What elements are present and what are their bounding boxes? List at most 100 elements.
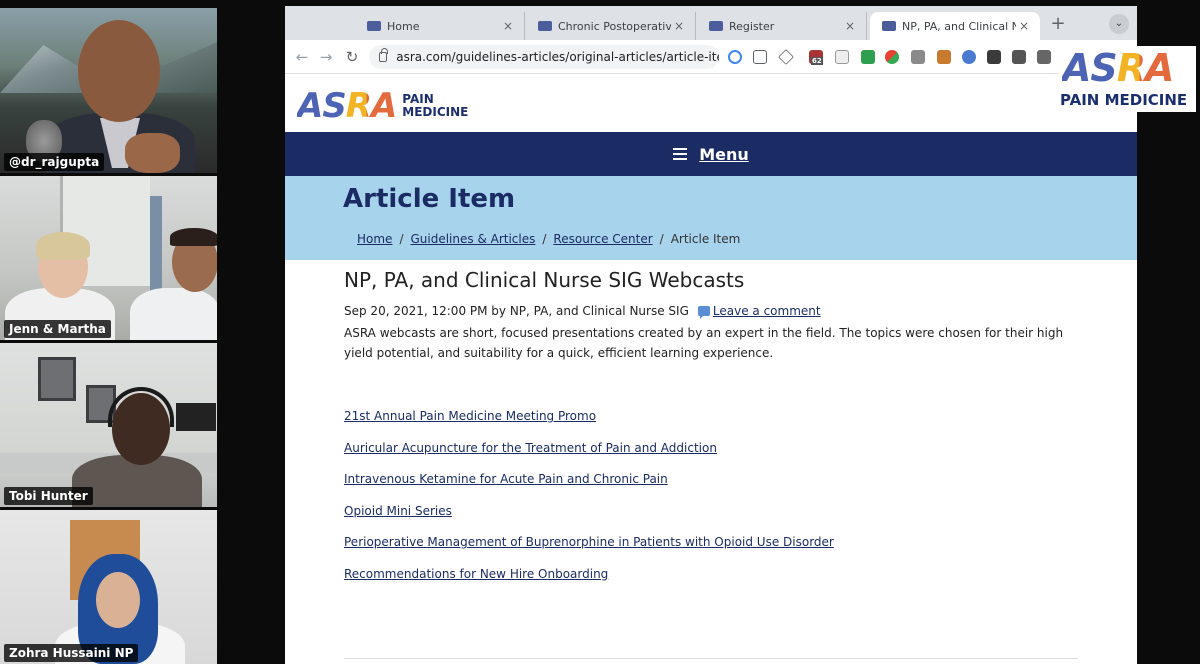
close-icon[interactable]: × xyxy=(671,19,687,33)
site-header: ASRA PAIN MEDICINE xyxy=(285,75,1137,132)
reader-icon[interactable] xyxy=(835,50,849,64)
webcast-link[interactable]: Intravenous Ketamine for Acute Pain and … xyxy=(344,472,668,486)
tab-register[interactable]: Register × xyxy=(697,12,867,40)
tab-np-pa-clinical-nurse[interactable]: NP, PA, and Clinical Nurse × xyxy=(870,12,1040,40)
close-icon[interactable]: × xyxy=(1016,19,1032,33)
screen: @dr_rajgupta Jenn & Martha Tobi Hunter Z… xyxy=(0,0,1200,664)
webcast-link[interactable]: 21st Annual Pain Medicine Meeting Promo xyxy=(344,409,596,423)
t-extension-icon[interactable] xyxy=(911,50,925,64)
breadcrumb-guidelines-link[interactable]: Guidelines & Articles xyxy=(410,232,535,246)
tab-chronic-postoperative[interactable]: Chronic Postoperative Pai × xyxy=(526,12,696,40)
asra-favicon-icon xyxy=(367,21,381,31)
content-divider xyxy=(344,658,1078,659)
comment-icon xyxy=(697,306,710,319)
puzzle-extension-icon[interactable] xyxy=(885,50,899,64)
list-item: Opioid Mini Series xyxy=(344,504,1104,536)
list-item: Intravenous Ketamine for Acute Pain and … xyxy=(344,472,1104,504)
video-tile-raj[interactable]: @dr_rajgupta xyxy=(0,8,217,173)
video-feed xyxy=(0,176,217,340)
asra-watermark-logo: ASRA PAIN MEDICINE xyxy=(1058,46,1196,112)
hamburger-icon xyxy=(673,148,688,160)
participant-name: Jenn & Martha xyxy=(4,320,111,338)
page-hero: Article Item Home / Guidelines & Article… xyxy=(285,176,1137,260)
webcast-link-list: 21st Annual Pain Medicine Meeting Promo … xyxy=(344,409,1104,599)
tab-strip: Home × Chronic Postoperative Pai × Regis… xyxy=(285,6,1137,40)
browser-window: Home × Chronic Postoperative Pai × Regis… xyxy=(285,6,1137,664)
flag-extension-icon[interactable] xyxy=(861,50,875,64)
asra-favicon-icon xyxy=(709,21,723,31)
leave-comment-link[interactable]: Leave a comment xyxy=(713,304,821,318)
breadcrumb-separator: / xyxy=(659,232,664,246)
browser-toolbar: ← → ↻ asra.com/guidelines-articles/origi… xyxy=(285,40,1137,74)
new-tab-button[interactable]: + xyxy=(1047,14,1069,36)
share-icon[interactable] xyxy=(753,50,767,64)
box-extension-icon[interactable] xyxy=(937,50,951,64)
close-icon[interactable]: × xyxy=(842,19,858,33)
hair-2 xyxy=(170,228,217,246)
bookmark-star-icon[interactable] xyxy=(778,49,794,65)
tab-title: Chronic Postoperative Pai xyxy=(558,19,671,33)
reload-icon[interactable]: ↻ xyxy=(341,46,363,68)
watermark-subtitle: PAIN MEDICINE xyxy=(1060,91,1188,109)
wall-frame xyxy=(38,357,76,401)
webcast-link[interactable]: Recommendations for New Hire Onboarding xyxy=(344,567,608,581)
address-bar[interactable]: asra.com/guidelines-articles/original-ar… xyxy=(369,45,719,69)
article: NP, PA, and Clinical Nurse SIG Webcasts … xyxy=(344,268,1104,599)
dark-extension-icon[interactable] xyxy=(1012,50,1026,64)
extension-badge-icon[interactable]: 62 xyxy=(809,50,823,65)
breadcrumb-separator: / xyxy=(399,232,404,246)
article-summary: ASRA webcasts are short, focused present… xyxy=(344,326,1064,360)
headset xyxy=(108,387,174,427)
list-item: 21st Annual Pain Medicine Meeting Promo xyxy=(344,409,1104,441)
menu-button[interactable]: Menu xyxy=(673,145,749,164)
participant-name: @dr_rajgupta xyxy=(4,153,105,171)
breadcrumb: Home / Guidelines & Articles / Resource … xyxy=(357,232,740,246)
hair xyxy=(36,232,90,260)
monitor xyxy=(176,403,216,431)
list-item: Perioperative Management of Buprenorphin… xyxy=(344,535,1104,567)
menu-label: Menu xyxy=(699,144,749,164)
asra-logo[interactable]: ASRA PAIN MEDICINE xyxy=(297,86,468,126)
video-feed xyxy=(0,343,217,507)
lock-icon xyxy=(379,48,388,62)
save-extension-icon[interactable] xyxy=(1037,50,1051,64)
video-tile-tobi[interactable]: Tobi Hunter xyxy=(0,343,217,507)
person-torso-2 xyxy=(130,288,217,340)
webcast-link[interactable]: Perioperative Management of Buprenorphin… xyxy=(344,535,834,549)
extension-badge-count: 62 xyxy=(811,57,823,65)
tab-title: Register xyxy=(729,19,775,33)
tab-home[interactable]: Home × xyxy=(355,12,525,40)
article-title: NP, PA, and Clinical Nurse SIG Webcasts xyxy=(344,268,745,292)
close-icon[interactable]: × xyxy=(500,19,516,33)
page-title: Article Item xyxy=(343,184,516,214)
video-feed xyxy=(0,510,217,664)
screen-extension-icon[interactable] xyxy=(987,50,1001,64)
breadcrumb-current: Article Item xyxy=(670,232,741,246)
video-tile-jenn-martha[interactable]: Jenn & Martha xyxy=(0,176,217,340)
url-text: asra.com/guidelines-articles/original-ar… xyxy=(396,50,719,64)
asra-favicon-icon xyxy=(882,21,896,31)
webcast-link[interactable]: Opioid Mini Series xyxy=(344,504,452,518)
breadcrumb-home-link[interactable]: Home xyxy=(357,232,392,246)
breadcrumb-separator: / xyxy=(542,232,547,246)
article-byline: Sep 20, 2021, 12:00 PM by NP, PA, and Cl… xyxy=(344,304,689,318)
video-tile-zohra[interactable]: Zohra Hussaini NP xyxy=(0,510,217,664)
google-icon[interactable] xyxy=(728,50,742,64)
watermark-wordmark: ASRA xyxy=(1062,46,1174,90)
logo-subtitle: PAIN MEDICINE xyxy=(402,93,468,119)
site-nav-bar: Menu xyxy=(285,132,1137,176)
person-head xyxy=(78,20,160,122)
logo-wordmark: ASRA xyxy=(297,86,397,126)
list-item: Recommendations for New Hire Onboarding xyxy=(344,567,1104,599)
password-extension-icon[interactable] xyxy=(962,50,976,64)
breadcrumb-resource-link[interactable]: Resource Center xyxy=(553,232,652,246)
tab-title: NP, PA, and Clinical Nurse xyxy=(902,19,1016,33)
video-feed xyxy=(0,8,217,173)
logo-sub-line-2: MEDICINE xyxy=(402,105,469,119)
forward-icon[interactable]: → xyxy=(315,46,337,68)
participant-name: Tobi Hunter xyxy=(4,487,93,505)
webcast-link[interactable]: Auricular Acupuncture for the Treatment … xyxy=(344,441,717,455)
tab-search-icon[interactable]: ⌄ xyxy=(1109,14,1129,34)
back-icon[interactable]: ← xyxy=(291,46,313,68)
tab-title: Home xyxy=(387,19,420,33)
